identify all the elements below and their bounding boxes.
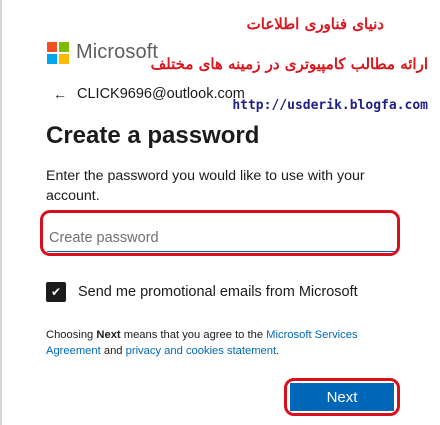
terms-notice: Choosing Next means that you agree to th… [46, 327, 396, 359]
terms-and: and [100, 345, 126, 357]
account-email: CLICK9696@outlook.com [77, 86, 245, 102]
page-title: Create a password [46, 122, 260, 149]
terms-next-bold: Next [96, 329, 121, 341]
logo-square-yellow [59, 53, 69, 64]
logo-square-green [59, 41, 69, 52]
password-input[interactable] [47, 224, 396, 252]
terms-suffix: . [276, 345, 280, 357]
promo-checkbox-label: Send me promotional emails from Microsof… [78, 284, 358, 300]
watermark-line2: ارائه مطالب کامپیوتری در زمینه های مختلف [150, 55, 428, 73]
privacy-statement-link[interactable]: privacy and cookies statement [126, 345, 277, 357]
window-left-edge [0, 0, 2, 425]
back-arrow-icon[interactable]: ← [53, 86, 67, 102]
identity-banner: ← CLICK9696@outlook.com [53, 86, 245, 102]
next-button[interactable]: Next [290, 383, 394, 411]
page-description: Enter the password you would like to use… [46, 168, 365, 204]
microsoft-logo-icon [47, 41, 69, 64]
watermark-line1: دنیای فناوری اطلاعات [246, 15, 384, 33]
microsoft-logo: Microsoft [47, 41, 158, 64]
terms-middle: means that you agree to the [120, 329, 267, 341]
logo-square-blue [47, 53, 57, 64]
terms-prefix: Choosing [46, 329, 97, 341]
brand-name: Microsoft [76, 41, 159, 63]
logo-square-red [47, 41, 57, 52]
promo-option[interactable]: ✔ Send me promotional emails from Micros… [46, 282, 358, 302]
promo-checkbox[interactable]: ✔ [46, 282, 66, 302]
watermark-url: http://usderik.blogfa.com [232, 98, 428, 113]
